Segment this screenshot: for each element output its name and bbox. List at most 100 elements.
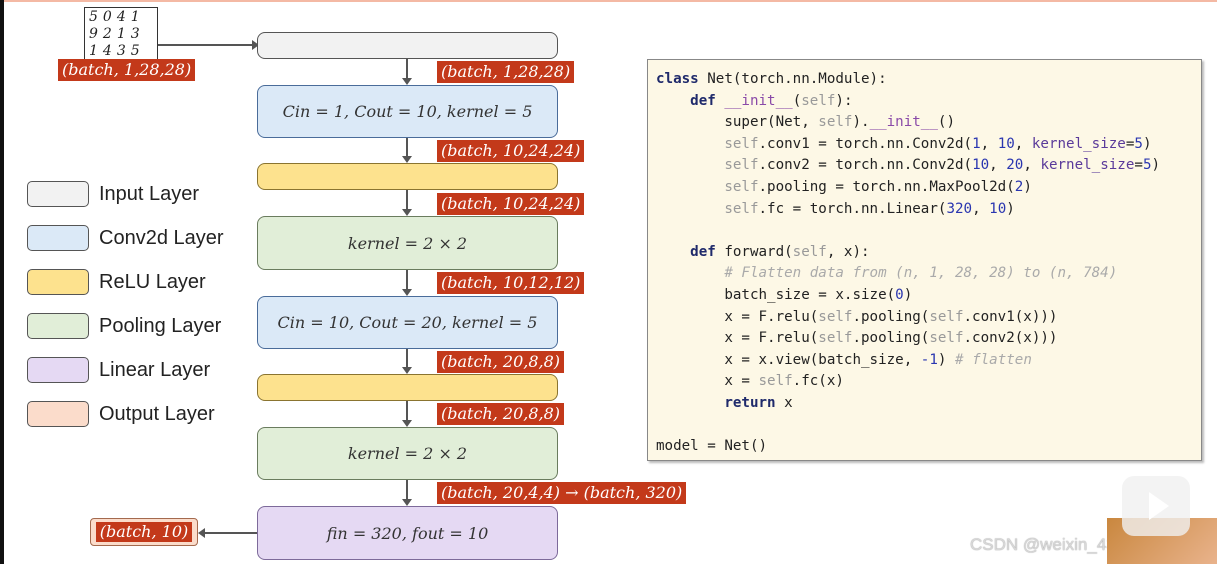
code-token: __init__ <box>869 114 938 131</box>
legend-item: Pooling Layer <box>27 313 221 339</box>
code-line: x = self.fc(x) <box>656 371 1201 393</box>
flow-arrow <box>402 349 412 374</box>
code-token: .conv2(x))) <box>963 330 1058 347</box>
code-token: 0 <box>895 286 904 303</box>
legend-swatch <box>27 181 89 207</box>
code-token: () <box>937 114 955 131</box>
code-token: , <box>972 200 990 217</box>
code-line: self.pooling = torch.nn.MaxPool2d(2) <box>656 177 1201 199</box>
code-token: , <box>989 157 1007 174</box>
output-shape-label: (batch, 10) <box>95 522 193 542</box>
legend-item: Input Layer <box>27 181 199 207</box>
tensor-shape-label: (batch, 20,8,8) <box>437 403 565 425</box>
legend-swatch <box>27 313 89 339</box>
legend-item: Conv2d Layer <box>27 225 224 251</box>
legend-swatch <box>27 401 89 427</box>
flow-arrow <box>402 138 412 163</box>
code-token: ( <box>792 92 802 109</box>
code-token: ). <box>852 114 870 131</box>
flow-arrow <box>402 270 412 296</box>
code-token: model = Net() <box>656 438 768 455</box>
conv-layer-box: Cin = 1, Cout = 10, kernel = 5 <box>257 85 558 138</box>
code-token: , <box>1014 135 1032 152</box>
code-token: def <box>690 92 716 109</box>
code-token: , x): <box>826 243 870 260</box>
play-icon[interactable] <box>1122 476 1190 536</box>
code-line: x = F.relu(self.pooling(self.conv2(x))) <box>656 328 1201 350</box>
tensor-shape-label: (batch, 1,28,28) <box>437 61 575 83</box>
code-token: .pooling( <box>852 330 930 347</box>
digit-row: 1435 <box>89 43 145 59</box>
code-token: kernel_size <box>1031 135 1126 152</box>
output-layer: (batch, 10) <box>90 518 198 546</box>
code-token: .pooling = torch.nn.MaxPool2d( <box>758 178 1015 195</box>
code-token: self <box>724 178 759 195</box>
code-line: class Net(torch.nn.Module): <box>656 69 1201 91</box>
code-token: self <box>818 308 853 325</box>
code-token: __init__ <box>724 92 793 109</box>
flow-arrow <box>402 401 412 427</box>
code-token: x = F.relu( <box>656 330 819 347</box>
input-arrow <box>158 40 259 50</box>
legend-label: ReLU Layer <box>99 270 206 293</box>
code-line: batch_size = x.size(0) <box>656 285 1201 307</box>
legend-swatch <box>27 357 89 383</box>
code-token: ) <box>937 351 955 368</box>
code-token: self <box>818 114 853 131</box>
code-token: class <box>656 71 699 87</box>
code-line: model = Net() <box>656 436 1201 458</box>
code-token: .conv1 = torch.nn.Conv2d( <box>758 135 973 152</box>
digit-row: 9213 <box>89 26 145 42</box>
legend-swatch <box>27 225 89 251</box>
code-token: 10 <box>989 200 1007 217</box>
layer-params: kernel = 2 × 2 <box>347 444 468 463</box>
code-token: self <box>724 157 759 174</box>
code-token: self <box>929 308 964 325</box>
code-token: .fc = torch.nn.Linear( <box>758 200 947 217</box>
legend-swatch <box>27 269 89 295</box>
code-token: self <box>929 330 964 347</box>
code-line: self.conv1 = torch.nn.Conv2d(1, 10, kern… <box>656 134 1201 156</box>
code-token: .conv1(x))) <box>963 308 1058 325</box>
code-line: def __init__(self): <box>656 91 1201 113</box>
legend-label: Conv2d Layer <box>99 226 224 249</box>
code-panel: class Net(torch.nn.Module): def __init__… <box>647 59 1202 461</box>
conv-layer-box: Cin = 10, Cout = 20, kernel = 5 <box>257 296 558 349</box>
pool-layer-box: kernel = 2 × 2 <box>257 216 558 270</box>
tensor-shape-label: (batch, 10,24,24) <box>437 193 585 215</box>
code-line: # Flatten data from (n, 1, 28, 28) to (n… <box>656 263 1201 285</box>
legend-item: Output Layer <box>27 401 215 427</box>
relu-layer-box <box>257 374 558 401</box>
code-line: super(Net, self).__init__() <box>656 112 1201 134</box>
code-token: kernel_size <box>1040 157 1135 174</box>
top-border <box>0 0 1217 2</box>
code-token: ) <box>903 286 913 303</box>
code-token: self <box>724 200 759 217</box>
code-token: super(Net, <box>656 114 819 131</box>
code-line: def forward(self, x): <box>656 242 1201 264</box>
tensor-shape-label: (batch, 10,12,12) <box>437 272 585 294</box>
digit-row: 5041 <box>89 9 145 25</box>
code-token: # Flatten data from (n, 1, 28, 28) to (n… <box>724 265 1118 282</box>
code-token: ) <box>1023 178 1032 195</box>
code-token: .conv2 = torch.nn.Conv2d( <box>758 157 973 174</box>
flow-arrow <box>402 59 412 85</box>
layer-params: fin = 320, fout = 10 <box>326 523 489 543</box>
legend-label: Input Layer <box>99 182 200 205</box>
layer-params: Cin = 10, Cout = 20, kernel = 5 <box>277 313 538 332</box>
input-layer-box <box>257 32 558 59</box>
code-token: .pooling( <box>852 308 930 325</box>
code-token: 10 <box>997 135 1015 152</box>
code-line: self.fc = torch.nn.Linear(320, 10) <box>656 199 1201 221</box>
code-token: return <box>724 394 776 411</box>
code-token: self <box>792 243 827 260</box>
